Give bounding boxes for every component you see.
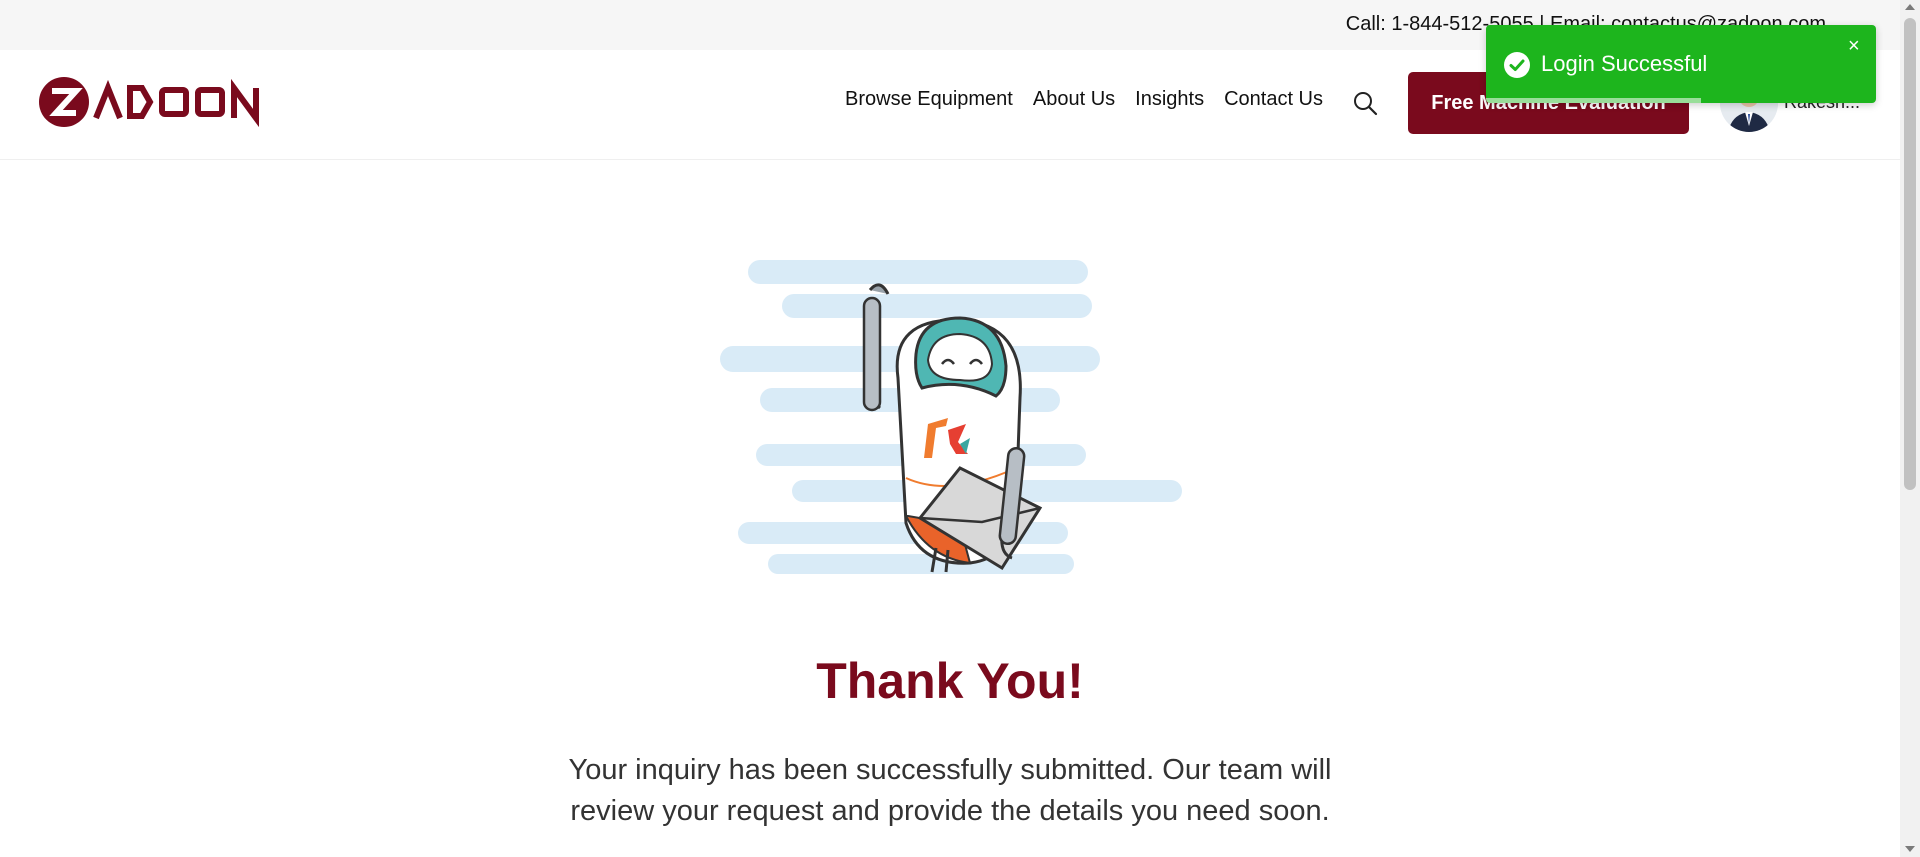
main-nav: Browse Equipment About Us Insights Conta…: [845, 88, 1343, 111]
check-circle-icon: [1504, 52, 1530, 78]
login-success-toast: Login Successful ×: [1486, 25, 1876, 103]
nav-insights[interactable]: Insights: [1135, 88, 1204, 111]
zadoon-logo[interactable]: [38, 74, 262, 130]
nav-about-us[interactable]: About Us: [1033, 88, 1115, 111]
nav-browse-equipment[interactable]: Browse Equipment: [845, 88, 1013, 111]
toast-progress-bar: [1486, 98, 1701, 103]
close-icon[interactable]: ×: [1848, 35, 1860, 58]
scroll-thumb[interactable]: [1904, 18, 1916, 490]
scroll-up-arrow-icon[interactable]: [1905, 4, 1915, 10]
toast-message: Login Successful: [1541, 51, 1708, 76]
search-icon[interactable]: [1352, 90, 1378, 116]
robot-mail-illustration: [720, 260, 1182, 574]
scroll-down-arrow-icon[interactable]: [1905, 846, 1915, 852]
nav-contact-us[interactable]: Contact Us: [1224, 88, 1323, 111]
page-title: Thank You!: [816, 653, 1084, 709]
confirmation-message: Your inquiry has been successfully submi…: [568, 754, 1332, 827]
page-scrollbar[interactable]: [1900, 0, 1920, 857]
